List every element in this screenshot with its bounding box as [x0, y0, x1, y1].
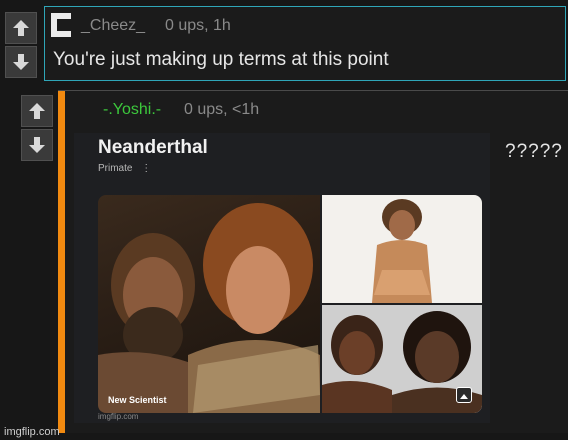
- subtitle-text: Primate: [98, 163, 133, 174]
- upvote-button[interactable]: [21, 95, 53, 127]
- comment-image[interactable]: Neanderthal Primate ⋮ New Scientist imgf…: [74, 133, 490, 423]
- neanderthal-figure-illustration: [372, 199, 432, 303]
- image-title: Neanderthal: [98, 137, 208, 158]
- comment-meta: 0 ups, <1h: [184, 101, 260, 118]
- downvote-arrow-icon: [13, 54, 29, 70]
- photo-bottom-right: [322, 305, 482, 413]
- comment-username[interactable]: -.Yoshi.-: [103, 101, 161, 119]
- photo-top-right: [322, 195, 482, 303]
- upvote-arrow-icon: [29, 103, 45, 119]
- more-icon: ⋮: [141, 163, 152, 174]
- comment-text: ?????: [505, 141, 563, 162]
- comment-2: -.Yoshi.- 0 ups, <1h Neanderthal Primate…: [58, 90, 568, 433]
- downvote-arrow-icon: [29, 137, 45, 153]
- op-indicator-stripe: [58, 91, 65, 433]
- comment-username[interactable]: _Cheez_: [81, 17, 145, 35]
- downvote-button[interactable]: [5, 46, 37, 78]
- comment-meta: 0 ups, 1h: [165, 17, 231, 34]
- photo-main: New Scientist: [98, 195, 320, 413]
- comment-text: You're just making up terms at this poin…: [53, 49, 389, 70]
- upvote-arrow-icon: [13, 20, 29, 36]
- imgflip-watermark: imgflip.com: [4, 426, 60, 438]
- image-credit: New Scientist: [108, 395, 167, 405]
- image-watermark: imgflip.com: [98, 412, 139, 421]
- image-subtitle: Primate ⋮: [98, 163, 151, 174]
- downvote-button[interactable]: [21, 129, 53, 161]
- upvote-button[interactable]: [5, 12, 37, 44]
- neanderthal-photo-illustration: [98, 203, 320, 413]
- vote-column-1: [5, 12, 37, 78]
- vote-column-2: [21, 95, 53, 161]
- image-icon: [456, 387, 472, 403]
- avatar-icon[interactable]: [51, 13, 71, 37]
- comment-1: _Cheez_ 0 ups, 1h You're just making up …: [44, 6, 566, 81]
